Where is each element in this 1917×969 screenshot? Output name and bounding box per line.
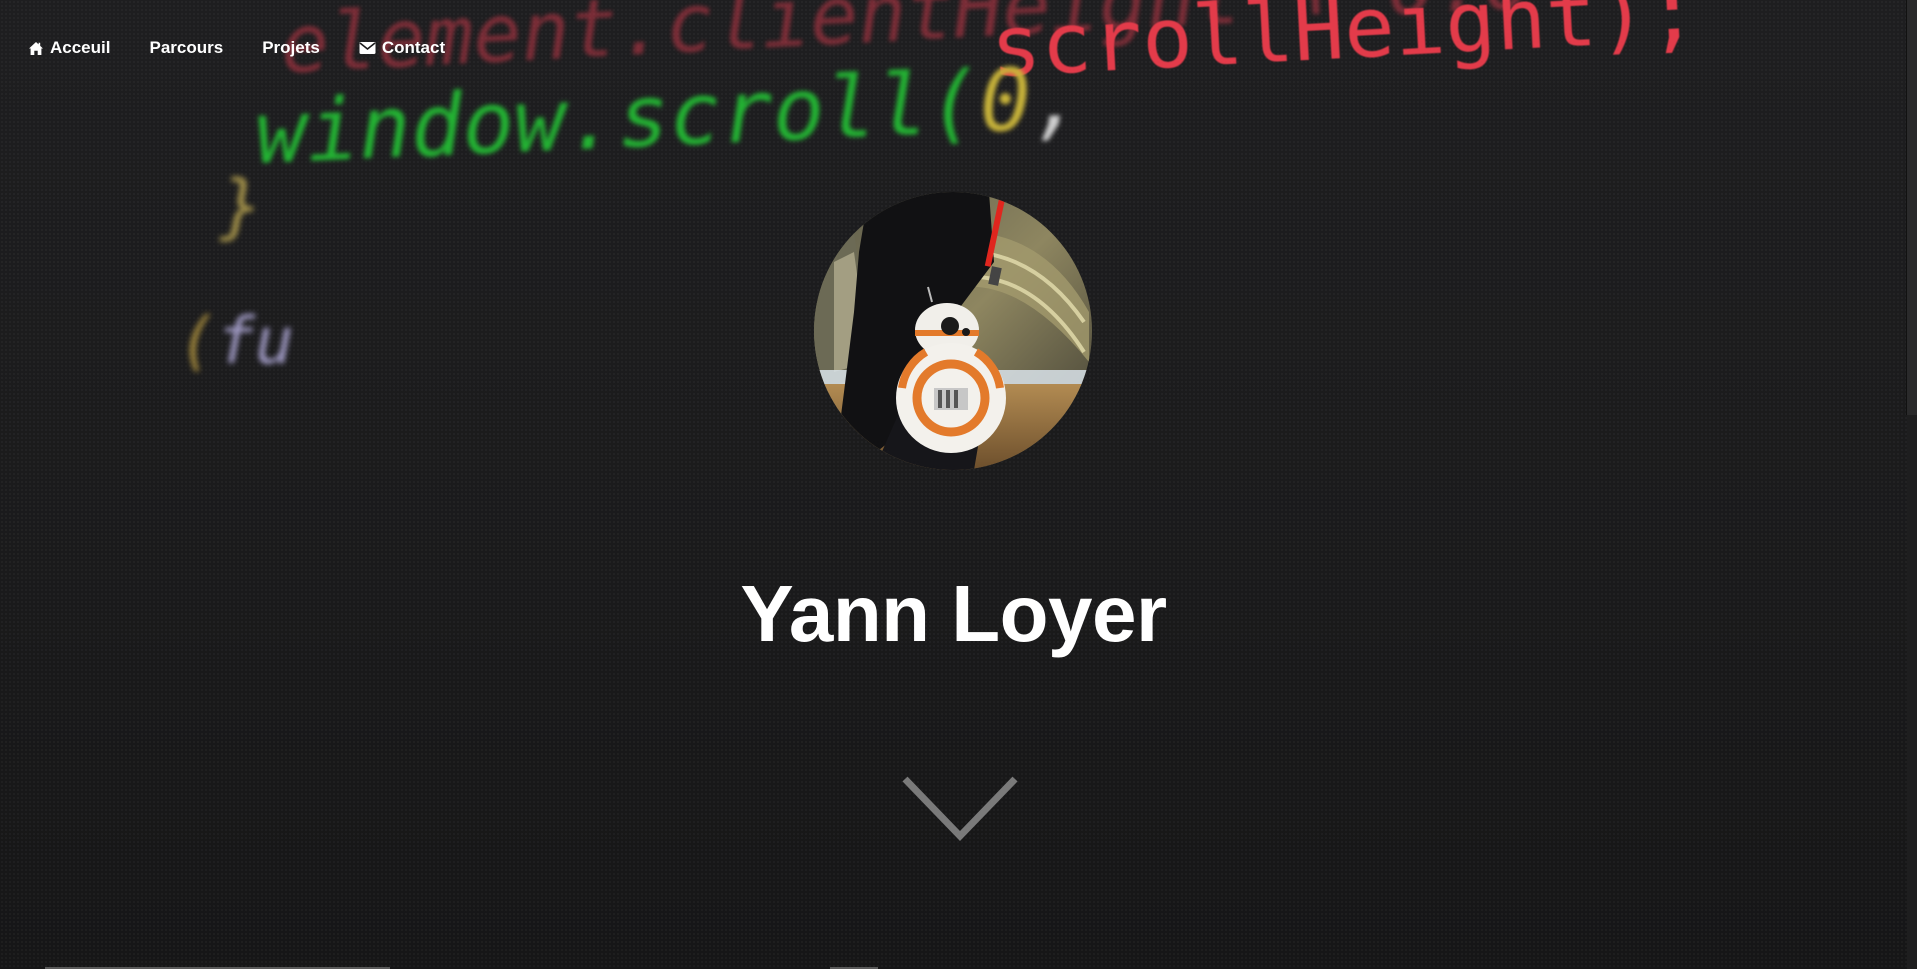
nav-item-projets[interactable]: Projets <box>262 38 320 58</box>
nav-item-parcours[interactable]: Parcours <box>149 38 223 58</box>
chevron-down-icon[interactable] <box>901 775 1019 843</box>
hero-name: Yann Loyer <box>740 569 1167 658</box>
main-navbar: Acceuil Parcours Projets Contact <box>27 38 484 58</box>
page: element.clientHeight + 0.0 scrollHeight)… <box>0 0 1917 969</box>
code-line-scroll-height: scrollHeight); <box>987 0 1701 97</box>
code-line-brace: } <box>220 165 263 247</box>
code-line-window-scroll: window.scroll(0, <box>253 48 1085 184</box>
profile-avatar <box>814 192 1092 470</box>
code-line-function: (fu <box>178 305 294 379</box>
code-token-call: window.scroll( <box>253 52 982 185</box>
scrollbar-thumb[interactable] <box>1906 0 1917 415</box>
envelope-icon <box>359 40 376 57</box>
page-scrollbar[interactable] <box>1906 0 1917 969</box>
nav-item-acceuil[interactable]: Acceuil <box>27 38 110 58</box>
profile-photo <box>814 192 1092 470</box>
nav-item-label: Projets <box>262 38 320 57</box>
code-token-fu: fu <box>216 305 294 379</box>
nav-item-label: Acceuil <box>50 38 111 57</box>
code-token-paren: ( <box>178 305 217 379</box>
code-token-number: 0 <box>977 50 1034 153</box>
nav-item-label: Parcours <box>149 38 224 57</box>
nav-item-contact[interactable]: Contact <box>359 38 445 58</box>
nav-item-label: Contact <box>381 38 446 57</box>
home-icon <box>27 40 44 57</box>
code-token-comma: , <box>1029 47 1086 151</box>
